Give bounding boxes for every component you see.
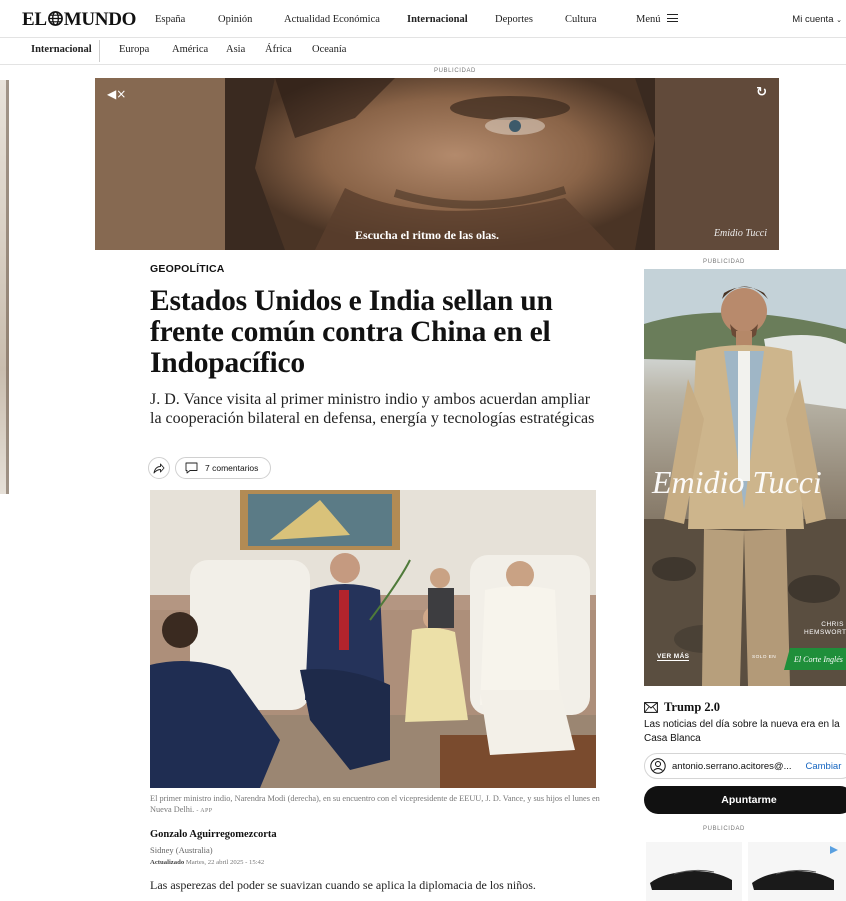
nav-deportes[interactable]: Deportes	[495, 14, 533, 25]
shoe-ad-image	[644, 838, 846, 901]
subnav-internacional[interactable]: Internacional	[31, 44, 92, 55]
ad-label-banner: PUBLICIDAD	[433, 68, 476, 74]
menu-button[interactable]: Menú	[636, 14, 678, 25]
subnav-europa[interactable]: Europa	[119, 44, 149, 55]
subscribe-button[interactable]: Apuntarme	[644, 786, 846, 814]
chevron-down-icon: ⌄	[836, 17, 842, 24]
nav-actualidad-economica[interactable]: Actualidad Económica	[284, 14, 380, 25]
banner-ad-image	[95, 78, 779, 250]
user-icon	[650, 758, 666, 774]
top-navigation-bar: EL MUNDO España Opinión Actualidad Económ…	[0, 0, 846, 38]
article-main-photo[interactable]	[150, 490, 596, 788]
nav-espana[interactable]: España	[155, 14, 185, 25]
banner-ad-brand: Emidio Tucci	[713, 228, 767, 239]
subnav-america[interactable]: América	[172, 44, 208, 55]
sidebar-ad-cta[interactable]: VER MÁS	[657, 653, 690, 661]
section-subnavigation: Internacional Europa América Asia África…	[0, 38, 846, 65]
change-email-link[interactable]: Cambiar	[805, 761, 841, 772]
account-menu[interactable]: Mi cuenta ⌄	[792, 14, 842, 25]
shoe-ad[interactable]	[644, 838, 846, 901]
mute-icon[interactable]: ◀×	[107, 87, 126, 101]
share-icon	[153, 463, 165, 473]
subnav-oceania[interactable]: Oceanía	[312, 44, 346, 55]
sidebar-ad-brand: Emidio Tucci	[652, 464, 822, 500]
article-first-paragraph: Las asperezas del poder se suavizan cuan…	[150, 878, 536, 892]
site-logo[interactable]: EL MUNDO	[22, 9, 136, 31]
ad-label-bottom: PUBLICIDAD	[702, 826, 745, 832]
sidebar-ad-solo-en: SOLO EN	[752, 655, 777, 660]
photo-credit: - APP	[196, 808, 213, 814]
article-author[interactable]: Gonzalo Aguirregomezcorta	[150, 829, 277, 840]
sidebar-ad-model: CHRISHEMSWORTH	[804, 621, 846, 636]
article-headline: Estados Unidos e India sellan un frente …	[150, 285, 553, 379]
photo-illustration	[150, 490, 596, 788]
globe-icon	[47, 11, 63, 26]
nav-internacional[interactable]: Internacional	[407, 14, 468, 25]
hamburger-icon	[666, 14, 678, 22]
nav-opinion[interactable]: Opinión	[218, 14, 252, 25]
ad-label-side: PUBLICIDAD	[702, 259, 745, 265]
photo-caption: El primer ministro indio, Narendra Modi …	[150, 794, 600, 814]
subnav-divider	[99, 40, 100, 62]
subnav-asia[interactable]: Asia	[226, 44, 245, 55]
el-corte-ingles-logo: El Corte Inglés	[784, 648, 846, 670]
banner-ad[interactable]: ◀× ↻ Escucha el ritmo de las olas. Emidi…	[95, 78, 779, 250]
article-location: Sidney (Australia)	[150, 845, 213, 855]
article-kicker[interactable]: GEOPOLÍTICA	[150, 263, 225, 275]
article-updated: Actualizado Martes, 22 abril 2025 - 15:4…	[150, 859, 265, 866]
envelope-icon	[644, 702, 658, 713]
newsletter-title: Trump 2.0	[644, 700, 720, 715]
svg-text:El Corte Inglés: El Corte Inglés	[793, 655, 843, 664]
left-skin-ad[interactable]	[0, 80, 9, 494]
comment-icon	[185, 462, 198, 474]
newsletter-email-field[interactable]: antonio.serrano.acitores@... Cambiar	[644, 753, 846, 779]
reload-icon[interactable]: ↻	[756, 85, 767, 100]
article-subheadline: J. D. Vance visita al primer ministro in…	[150, 391, 595, 427]
sidebar-ad[interactable]: Emidio Tucci CHRISHEMSWORTH VER MÁS SOLO…	[644, 269, 846, 686]
newsletter-description: Las noticias del día sobre la nueva era …	[644, 719, 840, 744]
comments-button[interactable]: 7 comentarios	[175, 457, 271, 479]
share-button[interactable]	[148, 457, 170, 479]
nav-cultura[interactable]: Cultura	[565, 14, 597, 25]
subnav-africa[interactable]: África	[265, 44, 292, 55]
banner-ad-caption: Escucha el ritmo de las olas.	[355, 228, 499, 242]
